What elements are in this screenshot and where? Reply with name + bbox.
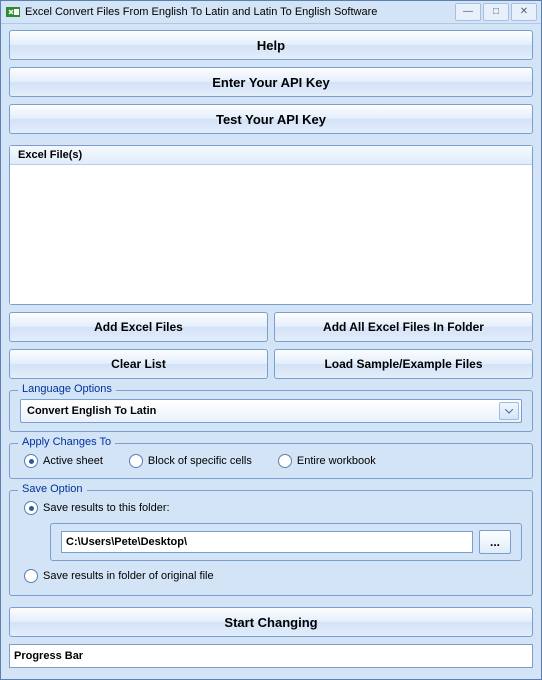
- enter-api-key-button[interactable]: Enter Your API Key: [9, 67, 533, 97]
- file-list[interactable]: [10, 165, 532, 304]
- save-option-group: Save Option Save results to this folder:…: [9, 490, 533, 596]
- app-icon: [5, 4, 21, 20]
- language-select-value: Convert English To Latin: [27, 405, 156, 417]
- add-all-in-folder-button[interactable]: Add All Excel Files In Folder: [274, 312, 533, 342]
- chevron-down-icon: [499, 402, 519, 420]
- save-folder-input[interactable]: C:\Users\Pete\Desktop\: [61, 531, 473, 553]
- clear-list-button[interactable]: Clear List: [9, 349, 268, 379]
- radio-save-to-folder[interactable]: Save results to this folder:: [20, 499, 522, 517]
- radio-active-sheet[interactable]: Active sheet: [24, 454, 103, 468]
- start-changing-button[interactable]: Start Changing: [9, 607, 533, 637]
- radio-icon: [24, 569, 38, 583]
- language-options-group: Language Options Convert English To Lati…: [9, 390, 533, 432]
- language-options-legend: Language Options: [18, 383, 116, 395]
- save-folder-inner: C:\Users\Pete\Desktop\ ...: [50, 523, 522, 561]
- radio-icon: [24, 501, 38, 515]
- maximize-button[interactable]: □: [483, 3, 509, 21]
- file-list-header: Excel File(s): [10, 146, 532, 165]
- browse-folder-button[interactable]: ...: [479, 530, 511, 554]
- test-api-key-button[interactable]: Test Your API Key: [9, 104, 533, 134]
- language-select[interactable]: Convert English To Latin: [20, 399, 522, 423]
- radio-save-original-folder[interactable]: Save results in folder of original file: [20, 567, 522, 585]
- radio-label: Entire workbook: [297, 455, 376, 467]
- minimize-button[interactable]: —: [455, 3, 481, 21]
- file-list-group: Excel File(s): [9, 145, 533, 305]
- radio-label: Block of specific cells: [148, 455, 252, 467]
- radio-label: Active sheet: [43, 455, 103, 467]
- radio-icon: [129, 454, 143, 468]
- radio-label: Save results to this folder:: [43, 502, 170, 514]
- progress-bar: Progress Bar: [9, 644, 533, 668]
- add-excel-files-button[interactable]: Add Excel Files: [9, 312, 268, 342]
- radio-label: Save results in folder of original file: [43, 570, 214, 582]
- load-sample-button[interactable]: Load Sample/Example Files: [274, 349, 533, 379]
- window-title: Excel Convert Files From English To Lati…: [25, 6, 453, 18]
- radio-block-cells[interactable]: Block of specific cells: [129, 454, 252, 468]
- radio-icon: [24, 454, 38, 468]
- progress-bar-label: Progress Bar: [14, 650, 83, 662]
- titlebar: Excel Convert Files From English To Lati…: [1, 1, 541, 24]
- save-option-legend: Save Option: [18, 483, 87, 495]
- apply-changes-group: Apply Changes To Active sheet Block of s…: [9, 443, 533, 479]
- radio-entire-workbook[interactable]: Entire workbook: [278, 454, 376, 468]
- help-button[interactable]: Help: [9, 30, 533, 60]
- radio-icon: [278, 454, 292, 468]
- apply-changes-legend: Apply Changes To: [18, 436, 115, 448]
- close-button[interactable]: ✕: [511, 3, 537, 21]
